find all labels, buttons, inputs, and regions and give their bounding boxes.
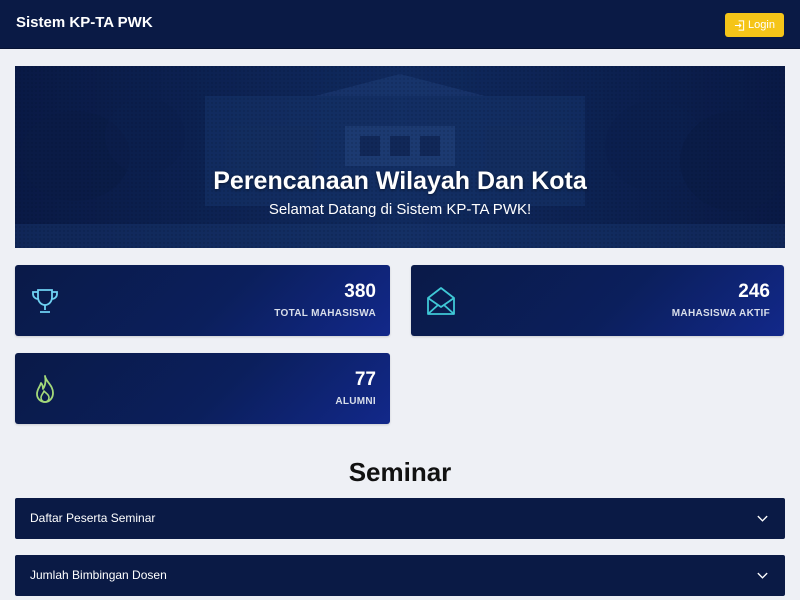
seminar-heading: Seminar bbox=[348, 457, 452, 487]
stat-label: MAHASISWA AKTIF bbox=[671, 308, 770, 319]
login-icon bbox=[734, 19, 745, 31]
stat-value: 380 bbox=[344, 281, 376, 302]
accordion-label: Jumlah Bimbingan Dosen bbox=[30, 568, 167, 582]
stat-label: ALUMNI bbox=[335, 396, 376, 407]
hero-title: Perencanaan Wilayah Dan Kota bbox=[213, 167, 587, 195]
stat-value: 246 bbox=[738, 281, 770, 302]
stat-label: TOTAL MAHASISWA bbox=[274, 308, 376, 319]
chevron-down-icon[interactable] bbox=[756, 569, 769, 582]
hero-subtitle: Selamat Datang di Sistem KP-TA PWK! bbox=[268, 201, 532, 218]
envelope-open-icon bbox=[427, 287, 455, 315]
navbar: Sistem KP-TA PWK Login bbox=[0, 0, 800, 49]
fire-icon bbox=[36, 375, 54, 403]
login-label: Login bbox=[748, 19, 775, 31]
stat-card-alumni: 77 ALUMNI bbox=[15, 353, 390, 424]
accordion-label: Daftar Peserta Seminar bbox=[30, 511, 156, 525]
accordion-jumlah-bimbingan-dosen[interactable]: Jumlah Bimbingan Dosen bbox=[15, 555, 785, 596]
accordion-daftar-peserta-seminar[interactable]: Daftar Peserta Seminar bbox=[15, 498, 785, 539]
login-button[interactable]: Login bbox=[725, 13, 784, 37]
hero-banner: Perencanaan Wilayah Dan Kota Selamat Dat… bbox=[15, 66, 785, 248]
brand-title[interactable]: Sistem KP-TA PWK bbox=[16, 14, 153, 31]
trophy-icon bbox=[32, 289, 58, 313]
chevron-down-icon[interactable] bbox=[756, 512, 769, 525]
stat-card-mahasiswa-aktif: 246 MAHASISWA AKTIF bbox=[411, 265, 784, 336]
stat-card-total-mahasiswa: 380 TOTAL MAHASISWA bbox=[15, 265, 390, 336]
stat-value: 77 bbox=[354, 369, 376, 390]
hero-background-image bbox=[15, 66, 785, 248]
